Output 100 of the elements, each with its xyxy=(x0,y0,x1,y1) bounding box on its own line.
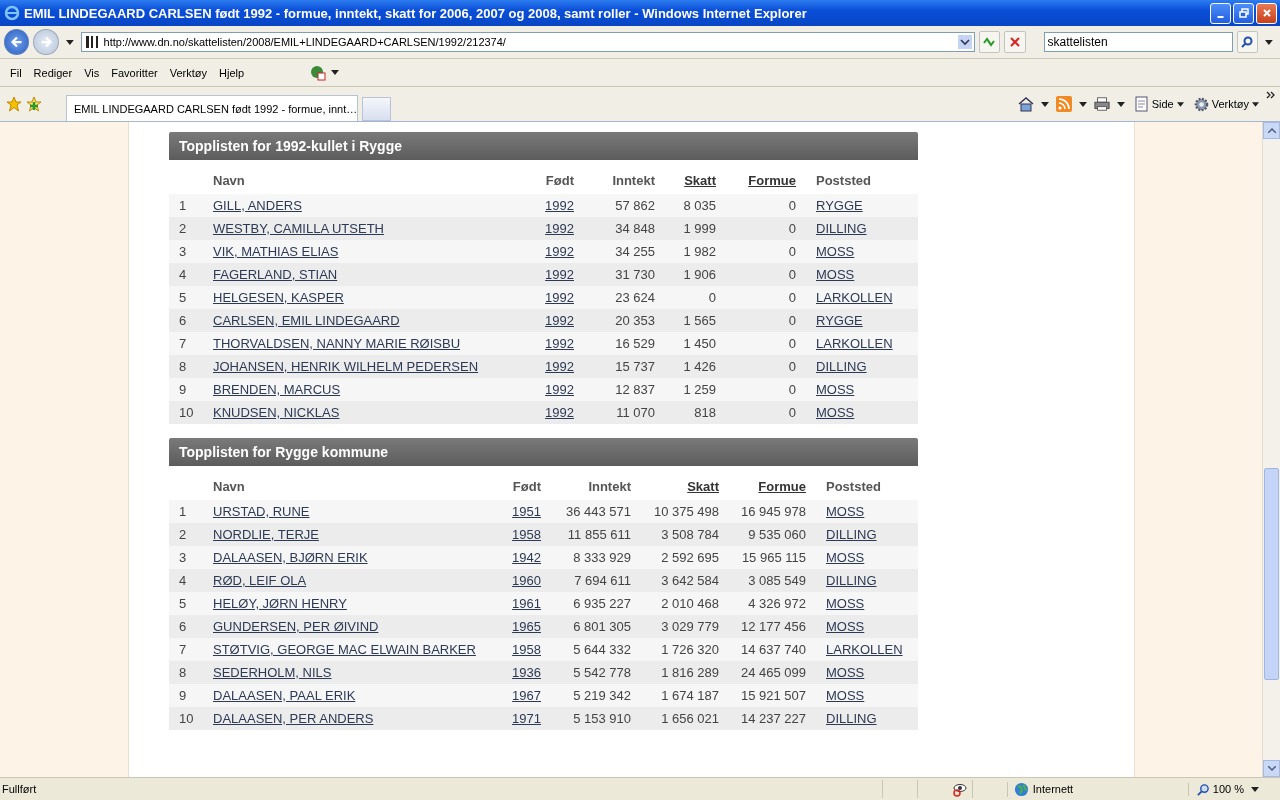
year-link[interactable]: 1958 xyxy=(512,642,541,657)
year-link[interactable]: 1992 xyxy=(545,267,574,282)
year-link[interactable]: 1992 xyxy=(545,336,574,351)
menu-item[interactable]: Favoritter xyxy=(105,66,164,79)
minimize-button[interactable] xyxy=(1210,2,1231,24)
name-link[interactable]: DALAASEN, BJØRN ERIK xyxy=(213,550,368,565)
place-link[interactable]: MOSS xyxy=(806,596,865,611)
name-link[interactable]: DALAASEN, PAAL ERIK xyxy=(213,688,356,703)
place-link[interactable]: DILLING xyxy=(806,527,877,542)
browser-tab[interactable]: EMIL LINDEGAARD CARLSEN født 1992 - formue, innt… xyxy=(66,95,358,121)
place-link[interactable]: DILLING xyxy=(806,711,877,726)
year-link[interactable]: 1992 xyxy=(545,221,574,236)
menu-item[interactable]: Hjelp xyxy=(213,66,251,79)
year-link[interactable]: 1971 xyxy=(512,711,541,726)
place-link[interactable]: DILLING xyxy=(796,359,867,374)
scroll-down-button[interactable] xyxy=(1263,760,1280,777)
tools-menu-button[interactable]: Verktøy xyxy=(1190,96,1262,112)
name-link[interactable]: WESTBY, CAMILLA UTSETH xyxy=(213,221,384,236)
place-link[interactable]: MOSS xyxy=(806,504,865,519)
printer-icon[interactable] xyxy=(1093,96,1110,112)
place-link[interactable]: MOSS xyxy=(796,405,855,420)
close-button[interactable] xyxy=(1256,2,1277,24)
dropdown-caret-icon[interactable] xyxy=(1265,39,1273,45)
name-link[interactable]: NORDLIE, TERJE xyxy=(213,527,319,542)
sort-link[interactable]: Formue xyxy=(758,479,806,494)
sort-link[interactable]: Skatt xyxy=(684,173,716,188)
place-link[interactable]: LARKOLLEN xyxy=(796,336,893,351)
place-link[interactable]: LARKOLLEN xyxy=(806,642,903,657)
name-link[interactable]: URSTAD, RUNE xyxy=(213,504,310,519)
home-icon[interactable] xyxy=(1017,96,1034,112)
place-link[interactable]: MOSS xyxy=(796,267,855,282)
name-link[interactable]: SEDERHOLM, NILS xyxy=(213,665,332,680)
year-link[interactable]: 1992 xyxy=(545,382,574,397)
name-link[interactable]: HELGESEN, KASPER xyxy=(213,290,344,305)
place-link[interactable]: MOSS xyxy=(806,550,865,565)
year-link[interactable]: 1936 xyxy=(512,665,541,680)
menu-item[interactable]: Vis xyxy=(78,66,106,79)
dropdown-caret-icon[interactable] xyxy=(1251,786,1259,792)
name-link[interactable]: JOHANSEN, HENRIK WILHELM PEDERSEN xyxy=(213,359,479,374)
year-link[interactable]: 1965 xyxy=(512,619,541,634)
year-link[interactable]: 1992 xyxy=(545,198,574,213)
name-link[interactable]: HELØY, JØRN HENRY xyxy=(213,596,347,611)
year-link[interactable]: 1960 xyxy=(512,573,541,588)
name-link[interactable]: STØTVIG, GEORGE MAC ELWAIN BARKER xyxy=(213,642,476,657)
year-link[interactable]: 1992 xyxy=(545,405,574,420)
place-link[interactable]: RYGGE xyxy=(796,313,863,328)
place-link[interactable]: MOSS xyxy=(806,688,865,703)
refresh-button[interactable] xyxy=(978,31,1001,53)
name-link[interactable]: VIK, MATHIAS ELIAS xyxy=(213,244,339,259)
year-link[interactable]: 1992 xyxy=(545,244,574,259)
name-link[interactable]: GILL, ANDERS xyxy=(213,198,302,213)
year-link[interactable]: 1992 xyxy=(545,313,574,328)
place-link[interactable]: MOSS xyxy=(806,665,865,680)
zoom-button[interactable]: 100 % xyxy=(1187,782,1244,796)
dropdown-caret-icon[interactable] xyxy=(65,39,74,45)
restore-button[interactable] xyxy=(1233,2,1254,24)
scroll-up-button[interactable] xyxy=(1263,122,1280,139)
year-link[interactable]: 1961 xyxy=(512,596,541,611)
place-link[interactable]: MOSS xyxy=(806,619,865,634)
year-link[interactable]: 1992 xyxy=(545,359,574,374)
search-field[interactable]: skattelisten xyxy=(1043,32,1233,52)
place-link[interactable]: MOSS xyxy=(796,382,855,397)
year-link[interactable]: 1967 xyxy=(512,688,541,703)
address-field[interactable]: http://www.dn.no/skattelisten/2008/EMIL+LINDEGAARD+CARLSEN/1992/212374/ xyxy=(80,32,975,52)
name-link[interactable]: BRENDEN, MARCUS xyxy=(213,382,341,397)
name-link[interactable]: CARLSEN, EMIL LINDEGAARD xyxy=(213,313,400,328)
stop-button[interactable] xyxy=(1004,31,1026,53)
place-link[interactable]: DILLING xyxy=(806,573,877,588)
back-button[interactable] xyxy=(4,29,30,55)
name-link[interactable]: DALAASEN, PER ANDERS xyxy=(213,711,374,726)
star-icon[interactable] xyxy=(6,96,22,112)
name-link[interactable]: RØD, LEIF OLA xyxy=(213,573,307,588)
year-link[interactable]: 1958 xyxy=(512,527,541,542)
menu-item[interactable]: Rediger xyxy=(27,66,79,79)
sort-link[interactable]: Skatt xyxy=(687,479,719,494)
scroll-thumb[interactable] xyxy=(1264,468,1279,680)
name-link[interactable]: KNUDSEN, NICKLAS xyxy=(213,405,340,420)
dropdown-caret-icon[interactable] xyxy=(1116,101,1125,107)
page-menu-button[interactable]: Side xyxy=(1131,96,1187,112)
year-link[interactable]: 1942 xyxy=(512,550,541,565)
privacy-icon[interactable] xyxy=(951,781,968,797)
menu-item[interactable]: Fil xyxy=(4,66,28,79)
dropdown-caret-icon[interactable] xyxy=(957,35,972,49)
chevron-icon[interactable] xyxy=(1266,91,1276,99)
place-link[interactable]: MOSS xyxy=(796,244,855,259)
menu-item[interactable]: Verktøy xyxy=(163,66,213,79)
year-link[interactable]: 1992 xyxy=(545,290,574,305)
name-link[interactable]: GUNDERSEN, PER ØIVIND xyxy=(213,619,379,634)
place-link[interactable]: RYGGE xyxy=(796,198,863,213)
dropdown-caret-icon[interactable] xyxy=(1040,101,1049,107)
name-link[interactable]: THORVALDSEN, NANNY MARIE RØISBU xyxy=(213,336,461,351)
dropdown-caret-icon[interactable] xyxy=(331,70,340,75)
add-favorite-icon[interactable] xyxy=(26,96,42,112)
sort-link[interactable]: Formue xyxy=(748,173,796,188)
search-button[interactable] xyxy=(1236,31,1259,53)
dropdown-caret-icon[interactable] xyxy=(1078,101,1087,107)
place-link[interactable]: DILLING xyxy=(796,221,867,236)
name-link[interactable]: FAGERLAND, STIAN xyxy=(213,267,338,282)
place-link[interactable]: LARKOLLEN xyxy=(796,290,893,305)
year-link[interactable]: 1951 xyxy=(512,504,541,519)
